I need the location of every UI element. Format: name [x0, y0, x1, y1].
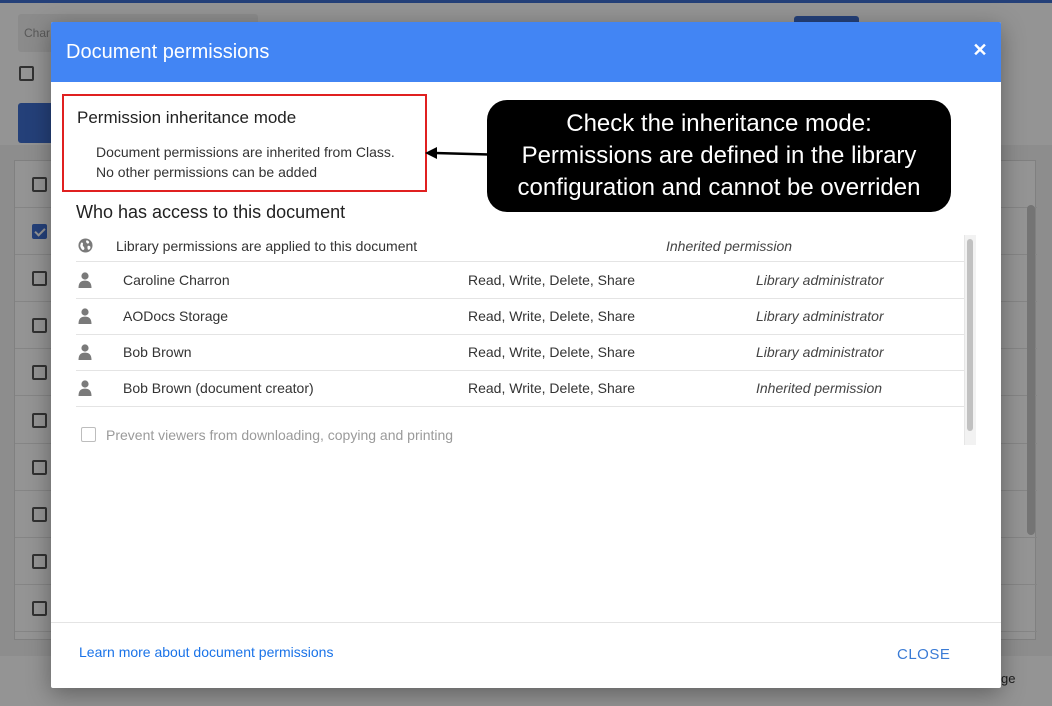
- table-row: Bob Brown Read, Write, Delete, Share Lib…: [76, 335, 964, 371]
- prevent-download-checkbox[interactable]: [81, 427, 96, 442]
- inheritance-mode-line1: Document permissions are inherited from …: [96, 144, 395, 160]
- dialog-title: Document permissions: [66, 41, 270, 63]
- permission-source: Library administrator: [756, 308, 884, 324]
- document-permissions-dialog: Document permissions ✕ Permission inheri…: [51, 22, 1001, 688]
- permission-name: AODocs Storage: [123, 308, 229, 324]
- person-icon: [78, 308, 92, 324]
- dialog-footer-divider: [51, 622, 1001, 623]
- annotation-arrow-icon: [425, 147, 490, 159]
- callout-line1: Check the inheritance mode:: [566, 110, 872, 137]
- prevent-download-label: Prevent viewers from downloading, copyin…: [106, 427, 454, 443]
- permission-rights: Read, Write, Delete, Share: [468, 380, 636, 396]
- table-row: AODocs Storage Read, Write, Delete, Shar…: [76, 299, 964, 335]
- permission-source: Library administrator: [756, 272, 884, 288]
- annotation-callout: Check the inheritance mode: Permissions …: [487, 100, 951, 212]
- permission-rights: Read, Write, Delete, Share: [468, 308, 636, 324]
- library-permissions-source: Inherited permission: [666, 238, 793, 254]
- library-permissions-text: Library permissions are applied to this …: [116, 238, 418, 254]
- permission-rights: Read, Write, Delete, Share: [468, 344, 636, 360]
- person-icon: [78, 344, 92, 360]
- globe-icon: [78, 238, 93, 253]
- table-row: Bob Brown (document creator) Read, Write…: [76, 371, 964, 407]
- permission-name: Caroline Charron: [123, 272, 230, 288]
- callout-line2: Permissions are defined in the library: [521, 142, 917, 169]
- table-row: Caroline Charron Read, Write, Delete, Sh…: [76, 263, 964, 299]
- permissions-list: Library permissions are applied to this …: [76, 234, 964, 407]
- permission-source: Library administrator: [756, 344, 884, 360]
- permission-rights: Read, Write, Delete, Share: [468, 272, 636, 288]
- access-section-title: Who has access to this document: [76, 202, 346, 222]
- library-permissions-row: Library permissions are applied to this …: [76, 234, 964, 262]
- permission-name: Bob Brown: [123, 344, 192, 360]
- inheritance-mode-box: Permission inheritance mode Document per…: [62, 94, 427, 192]
- person-icon: [78, 380, 92, 396]
- permission-name: Bob Brown (document creator): [123, 380, 314, 396]
- person-icon: [78, 272, 92, 288]
- inheritance-mode-line2: No other permissions can be added: [96, 164, 318, 180]
- dialog-header: Document permissions ✕: [51, 22, 1001, 82]
- close-button[interactable]: CLOSE: [897, 646, 950, 663]
- permissions-scrollbar-thumb[interactable]: [967, 239, 973, 431]
- close-icon[interactable]: ✕: [969, 39, 991, 61]
- permission-source: Inherited permission: [756, 380, 883, 396]
- callout-line3: configuration and cannot be overriden: [517, 174, 921, 201]
- inheritance-mode-title: Permission inheritance mode: [77, 108, 297, 127]
- learn-more-link[interactable]: Learn more about document permissions: [79, 644, 333, 660]
